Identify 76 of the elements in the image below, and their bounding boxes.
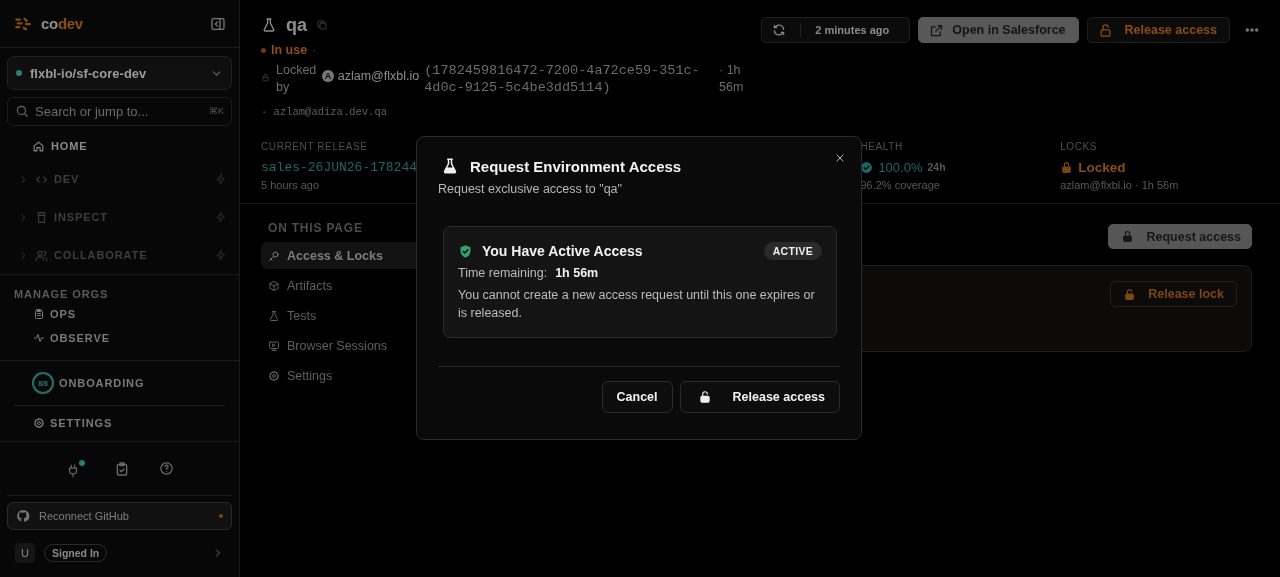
nav-item[interactable]: OPS [0, 302, 239, 326]
flask-icon [441, 157, 459, 175]
stat-label: CURRENT RELEASE [261, 141, 369, 152]
time-value: 1h 56m [555, 266, 599, 280]
unlocked-padlock-icon [697, 390, 712, 404]
pulse-icon [33, 332, 45, 344]
cancel-button[interactable]: Cancel [601, 381, 673, 413]
page-nav-link[interactable]: Settings [261, 362, 416, 389]
monitor-play-icon [268, 339, 280, 352]
page-title: qa [286, 14, 307, 36]
user-avatar: A [322, 70, 334, 82]
page-nav-link[interactable]: Browser Sessions [261, 332, 416, 359]
cube-icon [268, 279, 280, 292]
section-heading: MANAGE ORGS [13, 287, 110, 302]
status-text: In use [271, 43, 308, 57]
status-dot [261, 47, 266, 53]
lock-duration: · 1h 56m [719, 62, 745, 96]
cup-icon [35, 210, 48, 224]
refresh-icon [772, 23, 787, 37]
search-icon [15, 104, 29, 118]
padlock-icon [1121, 230, 1135, 243]
stat-label: LOCKS [1060, 141, 1099, 152]
bolt-icon [215, 173, 227, 185]
key-icon [268, 249, 280, 262]
release-name: sales-26JUN26-178244 [261, 159, 418, 175]
request-access-button[interactable]: Request access [1108, 224, 1252, 249]
bolt-icon [215, 249, 227, 261]
lock-status: Locked [1078, 159, 1126, 175]
session-id: (1782459816472-7200-4a72ce59-351c-4d0c-9125-5c4be3dd5114) [424, 62, 701, 96]
stat-detail: azlam@flxbl.io · 1h 56m [1060, 179, 1180, 191]
external-link-icon [929, 22, 945, 38]
nav-item[interactable]: SETTINGS [0, 406, 239, 440]
people-icon [35, 248, 48, 262]
card-title: You Have Active Access [482, 243, 644, 259]
sidebar-toggle-icon [210, 15, 226, 32]
release-access-button[interactable]: Release access [1086, 17, 1230, 43]
status-badge: ACTIVE [763, 242, 822, 260]
chevron-right-icon [18, 249, 29, 261]
help-icon[interactable] [158, 461, 174, 476]
refresh-button[interactable]: 2 minutes ago [761, 17, 911, 43]
org-selector[interactable]: flxbl-io/sf-core-dev [7, 56, 232, 90]
dialog-title: Request Environment Access [470, 157, 682, 175]
shortcut-hint: ⌘K [209, 106, 224, 116]
github-icon [16, 509, 30, 523]
open-in-salesforce-button[interactable]: Open in Salesforce [918, 17, 1079, 43]
app-logo-text: codev [41, 15, 83, 32]
page-nav-link[interactable]: Artifacts [261, 272, 416, 299]
status-dot [16, 70, 22, 76]
shield-check-icon [458, 243, 473, 259]
unlocked-padlock-icon [1123, 287, 1137, 301]
health-value: 100.0% [878, 159, 923, 175]
time-window: 24h [927, 161, 946, 173]
locked-by-label: Locked by [276, 62, 317, 96]
clipboard-icon [33, 308, 45, 320]
bolt-icon [215, 211, 227, 223]
nav-item[interactable]: OBSERVE [0, 326, 239, 350]
locker-email: azlam@flxbl.io [337, 69, 420, 83]
flask-icon [268, 309, 280, 322]
padlock-icon [1060, 160, 1074, 174]
dialog-subtitle: Request exclusive access to "qa" [438, 182, 623, 196]
release-access-button[interactable]: Release access [679, 381, 840, 413]
host-name: · azlam@adiza.dev.qa [261, 106, 389, 118]
section-heading: ON THIS PAGE [268, 221, 364, 235]
separator-text: · [312, 43, 317, 57]
info-message: You cannot create a new access request until this one expires or is released. [458, 287, 816, 322]
time-label: Time remaining: [458, 266, 548, 280]
release-lock-button[interactable]: Release lock [1110, 281, 1237, 307]
reconnect-github-button[interactable]: Reconnect GitHub [7, 502, 232, 530]
flask-icon [261, 17, 277, 33]
page-nav-link[interactable]: Tests [261, 302, 416, 329]
lock-icon [261, 73, 270, 82]
close-icon[interactable] [834, 152, 846, 164]
user-avatar: U [15, 543, 35, 563]
unlocked-padlock-icon [1097, 22, 1113, 38]
house-icon [32, 139, 45, 153]
nav-item[interactable]: HOME [0, 132, 239, 160]
